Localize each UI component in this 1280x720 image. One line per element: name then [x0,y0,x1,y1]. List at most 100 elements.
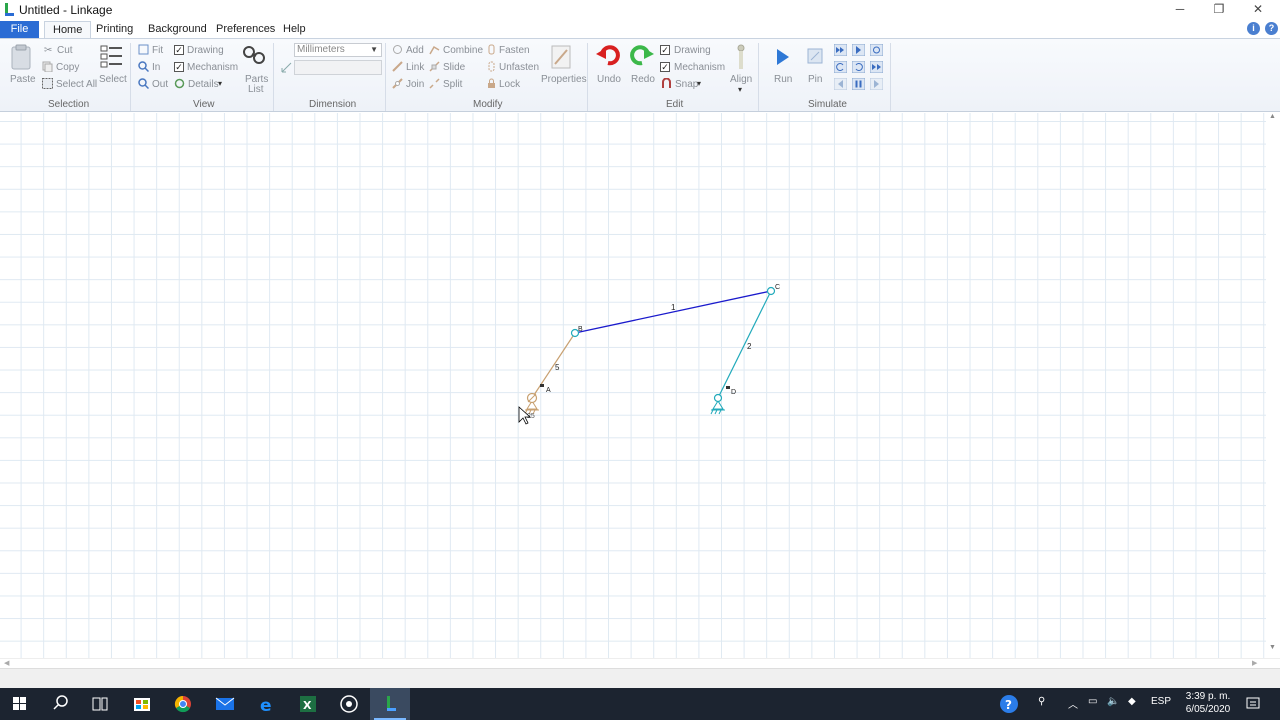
run-icon[interactable] [776,48,790,66]
dropbox-icon[interactable]: ◆ [1128,696,1136,707]
details-button[interactable]: Details [188,79,219,90]
view-drawing-label[interactable]: Drawing [187,45,224,56]
fasten-button[interactable]: Fasten [499,45,530,56]
task-view-icon[interactable] [80,688,120,720]
copy-icon[interactable] [42,61,53,72]
snap-dropdown-icon[interactable]: ▾ [697,79,701,88]
step-back-icon[interactable] [834,78,847,90]
join-icon[interactable] [392,78,403,89]
minimize-button[interactable]: ─ [1161,0,1199,20]
combine-button[interactable]: Combine [443,45,483,56]
fast-forward-icon[interactable] [834,44,847,56]
parts-list-icon[interactable] [243,44,267,66]
dropdown-arrow-icon[interactable]: ▼ [370,44,378,56]
excel-icon[interactable]: X [288,688,328,720]
show-hidden-icons-icon[interactable]: ︿ [1068,696,1078,711]
zoom-out-button[interactable]: Out [152,79,168,90]
target-icon[interactable] [870,44,883,56]
zoom-out-icon[interactable] [138,78,149,89]
scroll-up-icon[interactable]: ▲ [1269,113,1276,120]
dimension-value-input[interactable] [294,60,382,75]
zoom-in-button[interactable]: In [152,62,160,73]
tab-home[interactable]: Home [44,21,92,38]
copy-button[interactable]: Copy [56,62,79,73]
pin-button[interactable]: Pin [808,74,822,85]
view-mechanism-label[interactable]: Mechanism [187,62,238,73]
unfasten-button[interactable]: Unfasten [499,62,539,73]
help-icon[interactable]: ? [1265,22,1278,35]
joint-c[interactable] [766,286,776,296]
parts-list-button-line2[interactable]: List [248,84,264,95]
snap-button[interactable]: Snap [675,79,698,90]
units-dropdown[interactable]: Millimeters ▼ [294,43,382,57]
drawing-canvas[interactable]: 1 2 5 B C A 25 D [0,113,1280,658]
combine-icon[interactable] [429,44,440,55]
zoom-in-icon[interactable] [138,61,149,72]
pin-icon[interactable] [807,48,823,64]
run-button[interactable]: Run [774,74,792,85]
stop-icon[interactable] [870,78,883,90]
info-icon[interactable]: i [1247,22,1260,35]
select-all-button[interactable]: Select All [56,79,97,90]
select-all-icon[interactable] [42,78,53,89]
mail-icon[interactable] [205,688,245,720]
tab-help[interactable]: Help [275,21,314,38]
cut-button[interactable]: Cut [57,45,73,56]
fit-button[interactable]: Fit [152,45,163,56]
reset-icon[interactable] [834,61,847,73]
select-icon[interactable] [100,44,124,68]
linkage-taskbar-icon[interactable] [370,688,410,720]
align-icon[interactable] [733,44,749,72]
link-2[interactable] [717,290,772,399]
slide-button[interactable]: Slide [443,62,465,73]
ground-anchor-d[interactable] [710,393,725,415]
pause-icon[interactable] [852,78,865,90]
details-dropdown-icon[interactable]: ▾ [218,79,222,88]
details-icon[interactable] [174,78,185,89]
slide-icon[interactable] [429,61,440,72]
fasten-icon[interactable] [486,44,497,55]
properties-icon[interactable] [549,44,573,70]
scroll-down-icon[interactable]: ▼ [1269,644,1276,651]
join-button[interactable]: Join [406,79,424,90]
fast-reverse-icon[interactable] [870,61,883,73]
network-icon[interactable]: ▭ [1088,696,1097,707]
add-icon[interactable] [392,44,403,55]
select-button[interactable]: Select [99,74,127,85]
link-5[interactable] [531,332,576,399]
volume-icon[interactable]: 🔈 [1107,696,1119,707]
edit-drawing-label[interactable]: Drawing [674,45,711,56]
search-icon[interactable] [40,688,80,720]
edit-mechanism-label[interactable]: Mechanism [674,62,725,73]
edge-icon[interactable]: e [247,688,287,720]
tab-printing[interactable]: Printing [88,21,141,38]
cut-icon[interactable]: ✂ [44,45,52,56]
view-mechanism-checkbox[interactable]: ✓ [174,62,184,72]
help-circle-icon[interactable]: ? [999,694,1019,714]
lock-button[interactable]: Lock [499,79,520,90]
tab-preferences[interactable]: Preferences [208,21,283,38]
redo-button[interactable]: Redo [631,74,655,85]
paste-icon[interactable] [10,44,32,70]
align-dropdown-icon[interactable]: ▾ [738,85,742,94]
edit-mechanism-checkbox[interactable]: ✓ [660,62,670,72]
people-icon[interactable]: ⚲ [1038,696,1045,707]
step-icon[interactable] [852,44,865,56]
split-button[interactable]: Split [443,79,462,90]
reverse-icon[interactable] [852,61,865,73]
language-indicator[interactable]: ESP [1151,696,1171,707]
scroll-left-icon[interactable]: ◀ [4,659,9,667]
notifications-icon[interactable] [1245,696,1261,712]
chrome-icon[interactable] [163,688,203,720]
scroll-right-icon[interactable]: ▶ [1252,659,1257,667]
paste-button[interactable]: Paste [10,74,36,85]
horizontal-scrollbar[interactable]: ◀ ▶ [0,658,1280,668]
link-button[interactable]: Link [406,62,424,73]
vertical-scrollbar[interactable]: ▲ ▼ [1266,113,1280,658]
undo-icon[interactable] [596,44,620,66]
align-button[interactable]: Align [730,74,752,85]
redo-icon[interactable] [630,44,654,66]
close-button[interactable]: ✕ [1239,0,1277,20]
store-icon[interactable] [122,688,162,720]
undo-button[interactable]: Undo [597,74,621,85]
